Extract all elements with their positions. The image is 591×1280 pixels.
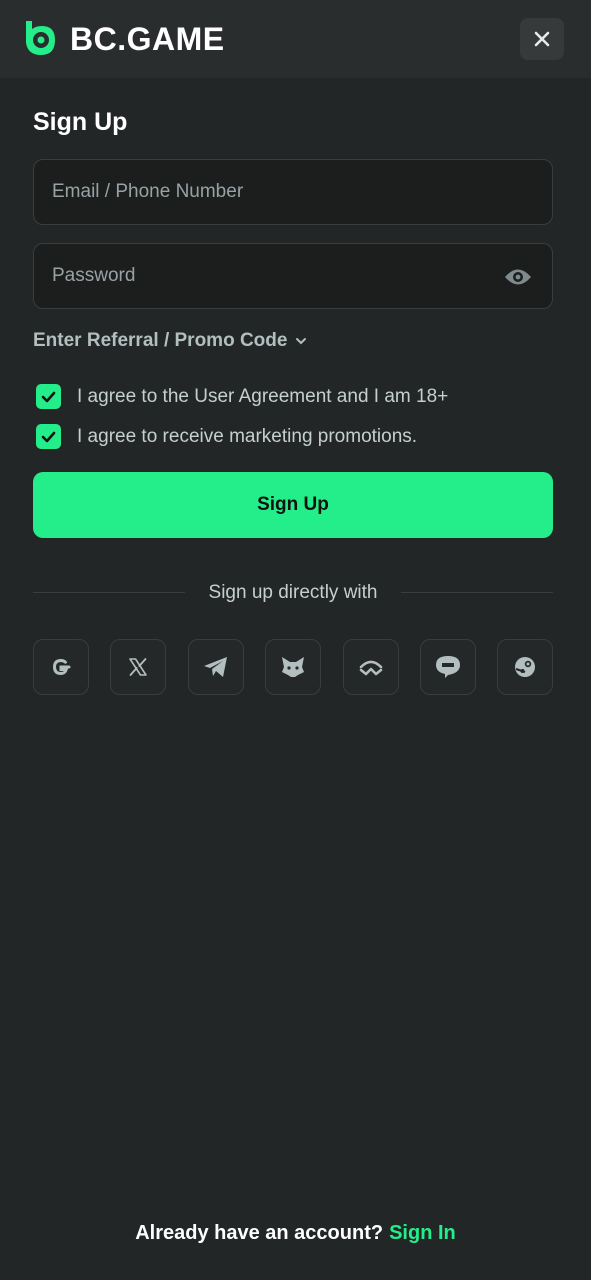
- checkmark-icon: [41, 431, 56, 442]
- eye-icon[interactable]: [504, 266, 532, 288]
- sign-up-button[interactable]: Sign Up: [33, 472, 553, 538]
- referral-label: Enter Referral / Promo Code: [33, 330, 288, 351]
- x-button[interactable]: [110, 639, 166, 695]
- x-icon: [129, 658, 147, 676]
- terms-label: I agree to the User Agreement and I am 1…: [77, 385, 449, 407]
- page-title: Sign Up: [33, 108, 128, 136]
- terms-checkbox[interactable]: [36, 384, 61, 409]
- line-icon: [436, 656, 460, 678]
- brand-logo[interactable]: BC.GAME: [22, 16, 225, 62]
- metamask-icon: [282, 657, 304, 677]
- email-field-container: [33, 159, 553, 225]
- agreement-row-terms[interactable]: I agree to the User Agreement and I am 1…: [36, 384, 448, 409]
- social-heading: Sign up directly with: [208, 582, 378, 603]
- walletconnect-button[interactable]: [343, 639, 399, 695]
- email-field[interactable]: [34, 160, 552, 224]
- telegram-icon: [204, 657, 227, 677]
- marketing-checkbox[interactable]: [36, 424, 61, 449]
- google-button[interactable]: [33, 639, 89, 695]
- marketing-label: I agree to receive marketing promotions.: [77, 425, 418, 447]
- sign-in-link[interactable]: Sign In: [389, 1222, 456, 1244]
- divider-left: [33, 592, 185, 593]
- metamask-button[interactable]: [265, 639, 321, 695]
- line-button[interactable]: [420, 639, 476, 695]
- walletconnect-icon: [359, 660, 383, 676]
- close-icon: [534, 31, 550, 47]
- chevron-down-icon: [296, 338, 307, 345]
- close-button[interactable]: [520, 18, 564, 60]
- referral-toggle[interactable]: Enter Referral / Promo Code: [33, 330, 307, 352]
- bc-game-logo-icon: [26, 21, 55, 55]
- steam-button[interactable]: [497, 639, 553, 695]
- brand-name: BC.GAME: [70, 20, 225, 57]
- agreement-row-marketing[interactable]: I agree to receive marketing promotions.: [36, 424, 417, 449]
- telegram-button[interactable]: [188, 639, 244, 695]
- divider-right: [401, 592, 553, 593]
- checkmark-icon: [41, 391, 56, 402]
- footer-prompt: Already have an account?: [135, 1222, 384, 1244]
- footer: Already have an account? Sign In: [0, 1222, 591, 1245]
- password-field-container: [33, 243, 553, 309]
- password-field[interactable]: [34, 244, 552, 308]
- header: BC.GAME: [0, 0, 591, 78]
- google-icon: [52, 658, 71, 676]
- steam-icon: [515, 657, 535, 677]
